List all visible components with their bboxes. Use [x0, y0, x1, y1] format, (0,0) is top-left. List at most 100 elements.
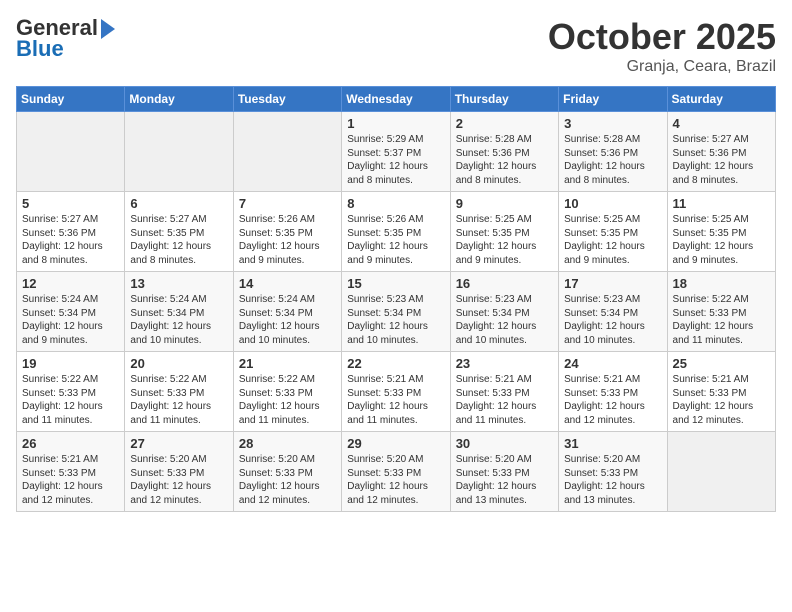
day-number: 22 — [347, 356, 444, 371]
calendar-cell: 20 Sunrise: 5:22 AM Sunset: 5:33 PM Dayli… — [125, 352, 233, 432]
day-info: Sunrise: 5:22 AM Sunset: 5:33 PM Dayligh… — [130, 373, 227, 427]
calendar-cell — [233, 112, 341, 192]
day-number: 24 — [564, 356, 661, 371]
calendar-cell: 31Sunrise: 5:20 AM Sunset: 5:33 PM Dayli… — [559, 432, 667, 512]
day-number: 27 — [130, 436, 227, 451]
day-info: Sunrise: 5:27 AM Sunset: 5:35 PM Dayligh… — [130, 213, 227, 267]
day-number: 9 — [456, 196, 553, 211]
calendar-cell: 11 Sunrise: 5:25 AM Sunset: 5:35 PM Dayli… — [667, 192, 775, 272]
weekday-header-row: SundayMondayTuesdayWednesdayThursdayFrid… — [17, 87, 776, 112]
calendar-cell: 22 Sunrise: 5:21 AM Sunset: 5:33 PM Dayli… — [342, 352, 450, 432]
logo-flag-icon — [99, 17, 117, 41]
day-number: 2 — [456, 116, 553, 131]
day-number: 1 — [347, 116, 444, 131]
day-number: 13 — [130, 276, 227, 291]
day-number: 4 — [673, 116, 770, 131]
day-info: Sunrise: 5:21 AM Sunset: 5:33 PM Dayligh… — [564, 373, 661, 427]
day-info: Sunrise: 5:27 AM Sunset: 5:36 PM Dayligh… — [673, 133, 770, 187]
calendar-cell — [17, 112, 125, 192]
day-info: Sunrise: 5:25 AM Sunset: 5:35 PM Dayligh… — [456, 213, 553, 267]
day-number: 10 — [564, 196, 661, 211]
weekday-header-thursday: Thursday — [450, 87, 558, 112]
calendar-cell: 29 Sunrise: 5:20 AM Sunset: 5:33 PM Dayli… — [342, 432, 450, 512]
day-info: Sunrise: 5:28 AM Sunset: 5:36 PM Dayligh… — [564, 133, 661, 187]
calendar-cell: 21 Sunrise: 5:22 AM Sunset: 5:33 PM Dayli… — [233, 352, 341, 432]
calendar-cell: 8 Sunrise: 5:26 AM Sunset: 5:35 PM Daylig… — [342, 192, 450, 272]
day-number: 20 — [130, 356, 227, 371]
calendar-cell: 23 Sunrise: 5:21 AM Sunset: 5:33 PM Dayli… — [450, 352, 558, 432]
calendar-cell: 14 Sunrise: 5:24 AM Sunset: 5:34 PM Dayli… — [233, 272, 341, 352]
day-number: 28 — [239, 436, 336, 451]
day-number: 23 — [456, 356, 553, 371]
calendar-week-1: 1 Sunrise: 5:29 AM Sunset: 5:37 PM Daylig… — [17, 112, 776, 192]
day-number: 21 — [239, 356, 336, 371]
header: General Blue October 2025 Granja, Ceara,… — [16, 16, 776, 76]
day-number: 15 — [347, 276, 444, 291]
calendar-cell: 10Sunrise: 5:25 AM Sunset: 5:35 PM Dayli… — [559, 192, 667, 272]
day-info: Sunrise: 5:20 AM Sunset: 5:33 PM Dayligh… — [130, 453, 227, 507]
calendar-cell: 12Sunrise: 5:24 AM Sunset: 5:34 PM Dayli… — [17, 272, 125, 352]
day-info: Sunrise: 5:24 AM Sunset: 5:34 PM Dayligh… — [239, 293, 336, 347]
calendar-cell: 2 Sunrise: 5:28 AM Sunset: 5:36 PM Daylig… — [450, 112, 558, 192]
day-info: Sunrise: 5:26 AM Sunset: 5:35 PM Dayligh… — [239, 213, 336, 267]
day-number: 29 — [347, 436, 444, 451]
calendar-cell: 19Sunrise: 5:22 AM Sunset: 5:33 PM Dayli… — [17, 352, 125, 432]
day-info: Sunrise: 5:23 AM Sunset: 5:34 PM Dayligh… — [564, 293, 661, 347]
calendar-cell: 1 Sunrise: 5:29 AM Sunset: 5:37 PM Daylig… — [342, 112, 450, 192]
day-number: 3 — [564, 116, 661, 131]
calendar-cell: 15 Sunrise: 5:23 AM Sunset: 5:34 PM Dayli… — [342, 272, 450, 352]
calendar-cell: 7 Sunrise: 5:26 AM Sunset: 5:35 PM Daylig… — [233, 192, 341, 272]
day-number: 8 — [347, 196, 444, 211]
day-number: 11 — [673, 196, 770, 211]
day-number: 16 — [456, 276, 553, 291]
day-number: 14 — [239, 276, 336, 291]
weekday-header-monday: Monday — [125, 87, 233, 112]
calendar-cell: 4 Sunrise: 5:27 AM Sunset: 5:36 PM Daylig… — [667, 112, 775, 192]
day-info: Sunrise: 5:28 AM Sunset: 5:36 PM Dayligh… — [456, 133, 553, 187]
day-number: 31 — [564, 436, 661, 451]
calendar-cell: 24 Sunrise: 5:21 AM Sunset: 5:33 PM Dayli… — [559, 352, 667, 432]
day-number: 17 — [564, 276, 661, 291]
day-info: Sunrise: 5:20 AM Sunset: 5:33 PM Dayligh… — [347, 453, 444, 507]
day-number: 25 — [673, 356, 770, 371]
calendar-cell: 9 Sunrise: 5:25 AM Sunset: 5:35 PM Daylig… — [450, 192, 558, 272]
day-info: Sunrise: 5:21 AM Sunset: 5:33 PM Dayligh… — [456, 373, 553, 427]
calendar-cell: 28 Sunrise: 5:20 AM Sunset: 5:33 PM Dayli… — [233, 432, 341, 512]
day-number: 26 — [22, 436, 119, 451]
day-info: Sunrise: 5:22 AM Sunset: 5:33 PM Dayligh… — [22, 373, 119, 427]
calendar-cell: 6 Sunrise: 5:27 AM Sunset: 5:35 PM Daylig… — [125, 192, 233, 272]
day-number: 18 — [673, 276, 770, 291]
day-info: Sunrise: 5:29 AM Sunset: 5:37 PM Dayligh… — [347, 133, 444, 187]
day-info: Sunrise: 5:22 AM Sunset: 5:33 PM Dayligh… — [239, 373, 336, 427]
weekday-header-sunday: Sunday — [17, 87, 125, 112]
calendar-cell: 26 Sunrise: 5:21 AM Sunset: 5:33 PM Dayli… — [17, 432, 125, 512]
day-number: 7 — [239, 196, 336, 211]
weekday-header-friday: Friday — [559, 87, 667, 112]
calendar-cell — [125, 112, 233, 192]
calendar-week-4: 19Sunrise: 5:22 AM Sunset: 5:33 PM Dayli… — [17, 352, 776, 432]
calendar-cell — [667, 432, 775, 512]
day-number: 30 — [456, 436, 553, 451]
calendar-week-2: 5Sunrise: 5:27 AM Sunset: 5:36 PM Daylig… — [17, 192, 776, 272]
day-info: Sunrise: 5:20 AM Sunset: 5:33 PM Dayligh… — [239, 453, 336, 507]
calendar-week-3: 12 Sunrise: 5:24 AM Sunset: 5:34 PM Dayli… — [17, 272, 776, 352]
day-info: Sunrise: 5:21 AM Sunset: 5:33 PM Dayligh… — [347, 373, 444, 427]
day-info: Sunrise: 5:27 AM Sunset: 5:36 PM Dayligh… — [22, 213, 119, 267]
calendar-cell: 5Sunrise: 5:27 AM Sunset: 5:36 PM Daylig… — [17, 192, 125, 272]
day-info: Sunrise: 5:21 AM Sunset: 5:33 PM Dayligh… — [22, 453, 119, 507]
day-info: Sunrise: 5:26 AM Sunset: 5:35 PM Dayligh… — [347, 213, 444, 267]
day-info: Sunrise: 5:24 AM Sunset: 5:34 PM Dayligh… — [130, 293, 227, 347]
day-info: Sunrise: 5:23 AM Sunset: 5:34 PM Dayligh… — [347, 293, 444, 347]
location-subtitle: Granja, Ceara, Brazil — [548, 58, 776, 76]
calendar-cell: 3 Sunrise: 5:28 AM Sunset: 5:36 PM Daylig… — [559, 112, 667, 192]
day-number: 12 — [22, 276, 119, 291]
calendar-cell: 16 Sunrise: 5:23 AM Sunset: 5:34 PM Dayli… — [450, 272, 558, 352]
day-info: Sunrise: 5:23 AM Sunset: 5:34 PM Dayligh… — [456, 293, 553, 347]
weekday-header-wednesday: Wednesday — [342, 87, 450, 112]
day-info: Sunrise: 5:21 AM Sunset: 5:33 PM Dayligh… — [673, 373, 770, 427]
day-info: Sunrise: 5:25 AM Sunset: 5:35 PM Dayligh… — [673, 213, 770, 267]
page-container: General Blue October 2025 Granja, Ceara,… — [0, 0, 792, 520]
day-number: 6 — [130, 196, 227, 211]
calendar-cell: 18Sunrise: 5:22 AM Sunset: 5:33 PM Dayli… — [667, 272, 775, 352]
calendar-cell: 25 Sunrise: 5:21 AM Sunset: 5:33 PM Dayli… — [667, 352, 775, 432]
